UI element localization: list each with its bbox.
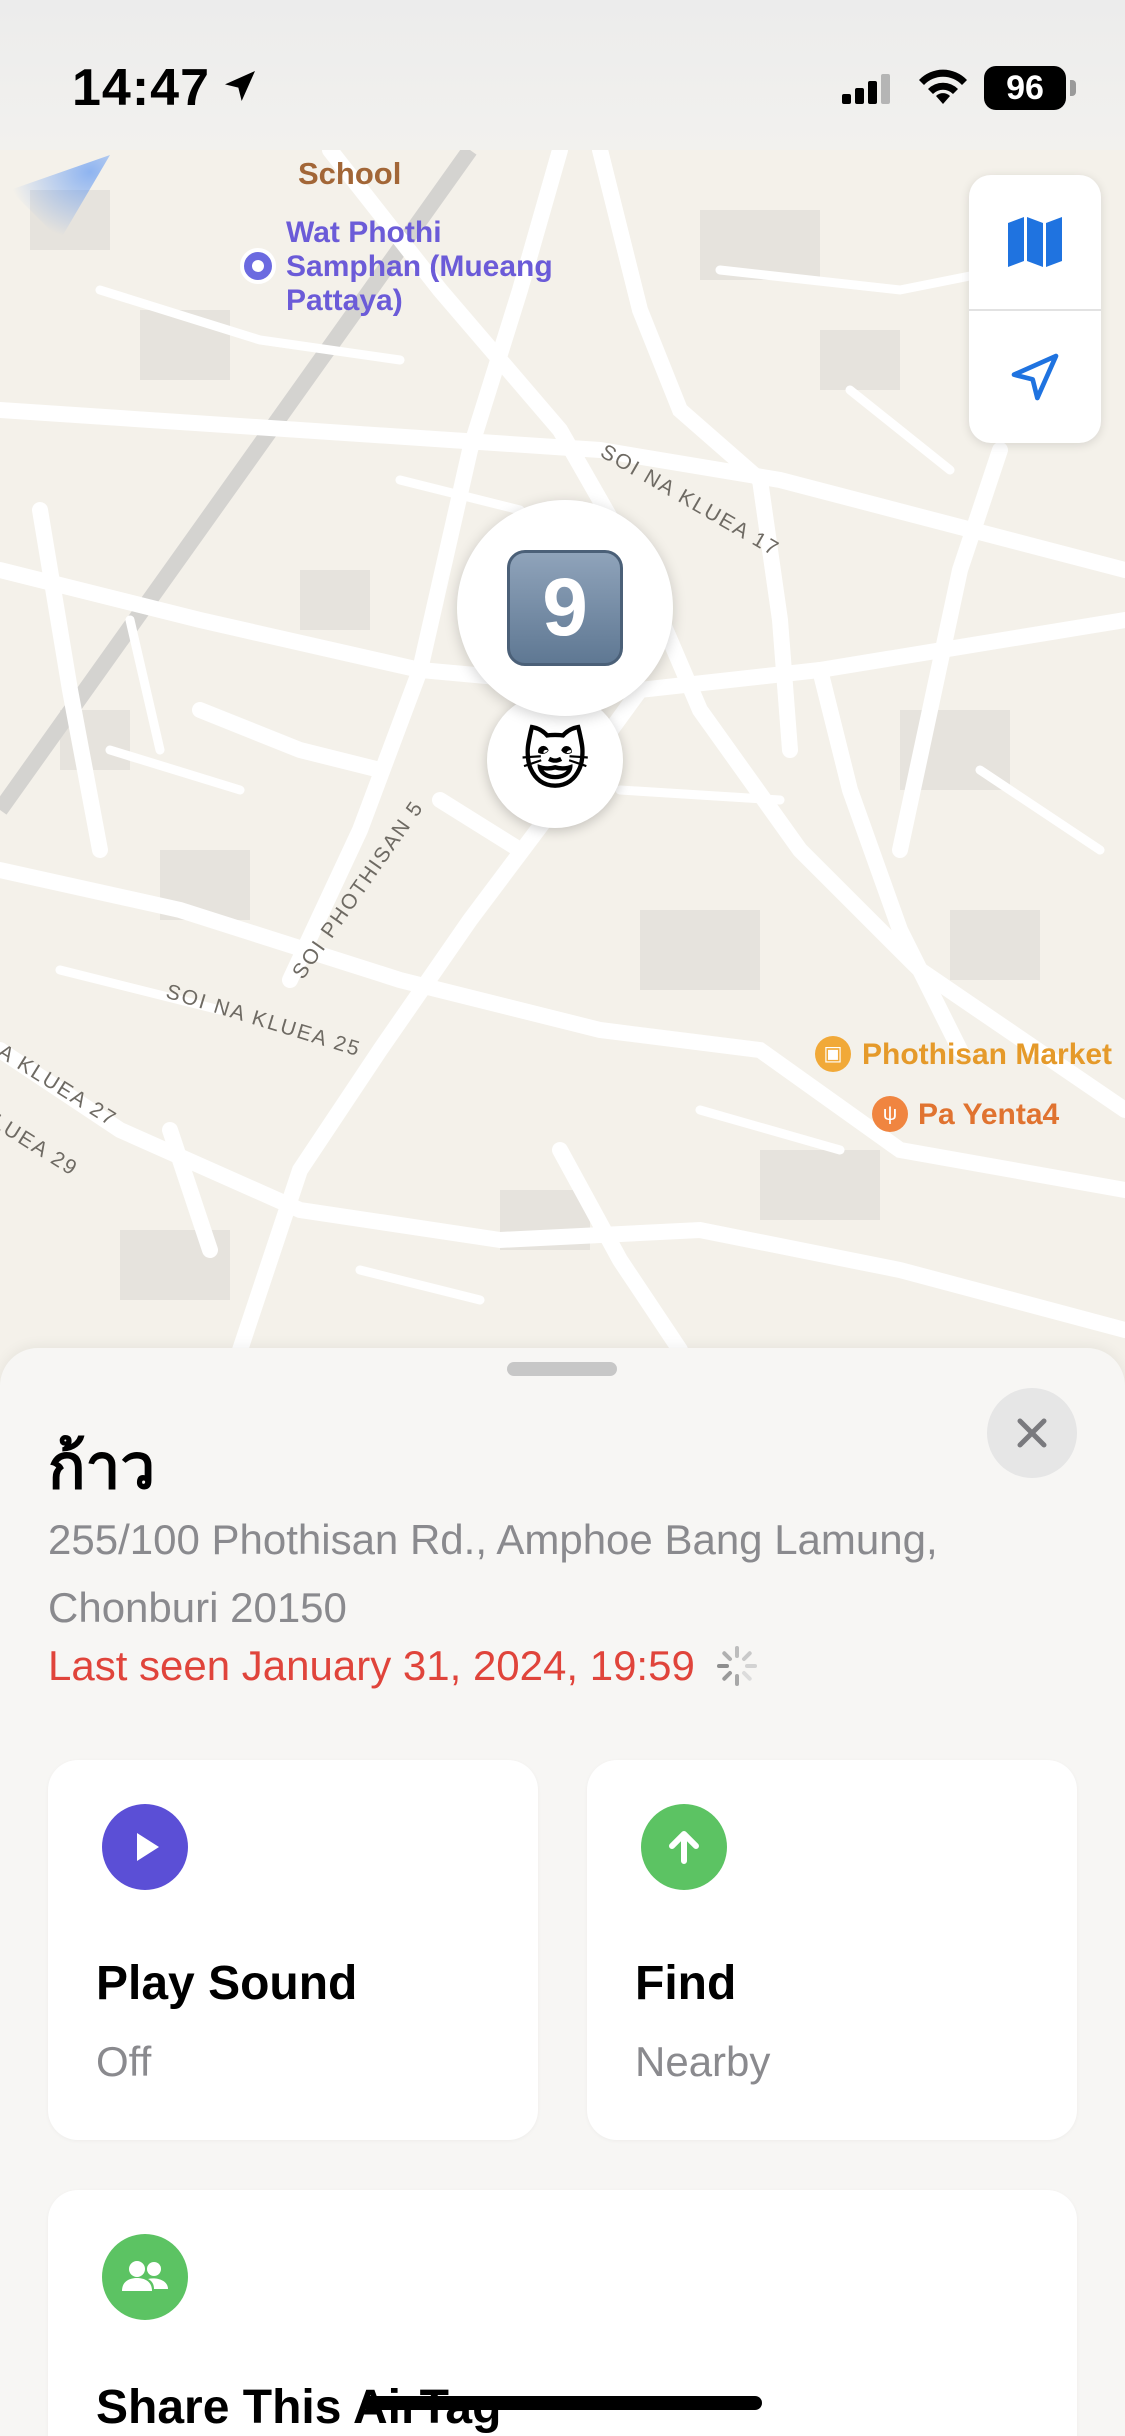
people-icon — [102, 2234, 188, 2320]
item-detail-sheet[interactable]: ก้าว 255/100 Phothisan Rd., Amphoe Bang … — [0, 1348, 1125, 2436]
poi-school-label: School — [298, 156, 402, 191]
last-seen-text: Last seen January 31, 2024, 19:59 — [48, 1642, 695, 1689]
close-button[interactable] — [987, 1388, 1077, 1478]
poi-market-label[interactable]: Phothisan Market — [862, 1038, 1112, 1072]
poi-temple-label[interactable]: Wat Phothi Samphan (Mueang Pattaya) — [286, 216, 553, 318]
location-arrow-outline-icon — [1011, 353, 1059, 401]
direction-beam — [10, 155, 110, 240]
last-seen-row: Last seen January 31, 2024, 19:59 — [48, 1642, 759, 1690]
current-location-button[interactable] — [969, 311, 1101, 443]
play-icon — [102, 1804, 188, 1890]
find-my-screen: 14:47 96 School Wat Phothi Samphan (Muea… — [0, 0, 1125, 2436]
shopping-bag-icon[interactable]: ▣ — [815, 1036, 851, 1072]
item-address: 255/100 Phothisan Rd., Amphoe Bang Lamun… — [48, 1516, 938, 1631]
wifi-icon — [919, 69, 967, 104]
temple-pin-icon[interactable] — [240, 248, 276, 284]
sheet-grabber[interactable] — [507, 1362, 617, 1376]
items-cluster-pin[interactable]: 9 — [457, 500, 673, 716]
play-sound-card[interactable]: Play Sound Off — [48, 1760, 538, 2140]
find-nearby-card[interactable]: Find Nearby — [587, 1760, 1077, 2140]
battery-indicator: 96 — [984, 66, 1066, 110]
map-icon — [1008, 217, 1062, 267]
item-count-badge: 9 — [507, 550, 623, 666]
battery-tip — [1070, 80, 1076, 96]
close-icon — [1017, 1418, 1047, 1448]
loading-spinner-icon — [716, 1646, 757, 1686]
poi-restaurant-label[interactable]: Pa Yenta4 — [918, 1098, 1059, 1132]
play-sound-title: Play Sound — [96, 1957, 358, 2010]
status-time: 14:47 — [72, 59, 210, 117]
arrow-up-icon — [641, 1804, 727, 1890]
fork-knife-icon[interactable]: ψ — [872, 1096, 908, 1132]
play-sound-status: Off — [96, 2038, 152, 2085]
find-title: Find — [635, 1957, 737, 2010]
find-subtitle: Nearby — [635, 2038, 771, 2085]
map-mode-button[interactable] — [969, 175, 1101, 309]
map-controls — [969, 175, 1101, 443]
status-bar: 14:47 96 — [0, 0, 1125, 150]
cellular-signal-icon — [842, 74, 890, 104]
location-arrow-icon — [225, 71, 255, 101]
item-name: ก้าว — [48, 1433, 156, 1502]
home-indicator[interactable] — [362, 2396, 762, 2410]
